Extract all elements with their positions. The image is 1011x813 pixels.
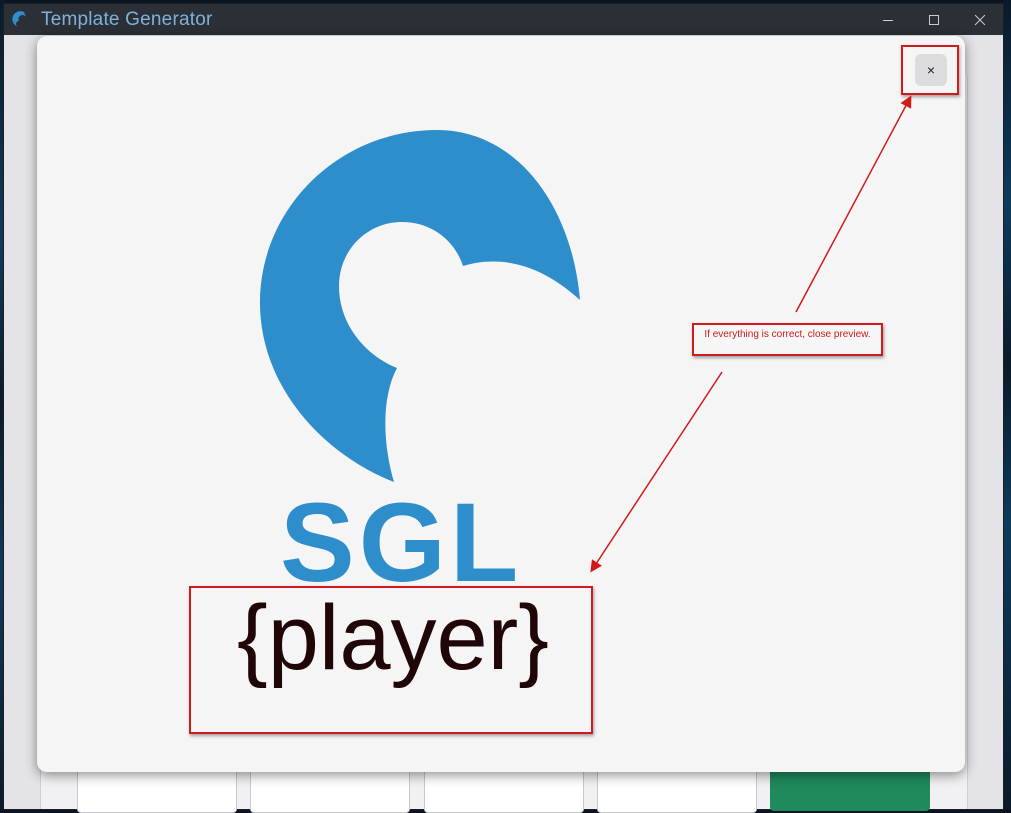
annotation-highlight-close: [901, 45, 959, 95]
desktop-background-right: [1003, 0, 1011, 809]
sgl-logo-icon: [12, 10, 26, 27]
annotation-note: If everything is correct, close preview.: [692, 323, 883, 356]
minimize-icon[interactable]: [865, 4, 911, 35]
window-title: Template Generator: [41, 8, 213, 30]
title-bar[interactable]: Template Generator: [4, 4, 1003, 35]
window-controls: [865, 4, 1003, 35]
logo-swirl-icon: [259, 130, 580, 482]
close-icon[interactable]: [957, 4, 1003, 35]
annotation-highlight-placeholder: [189, 586, 593, 734]
maximize-icon[interactable]: [911, 4, 957, 35]
